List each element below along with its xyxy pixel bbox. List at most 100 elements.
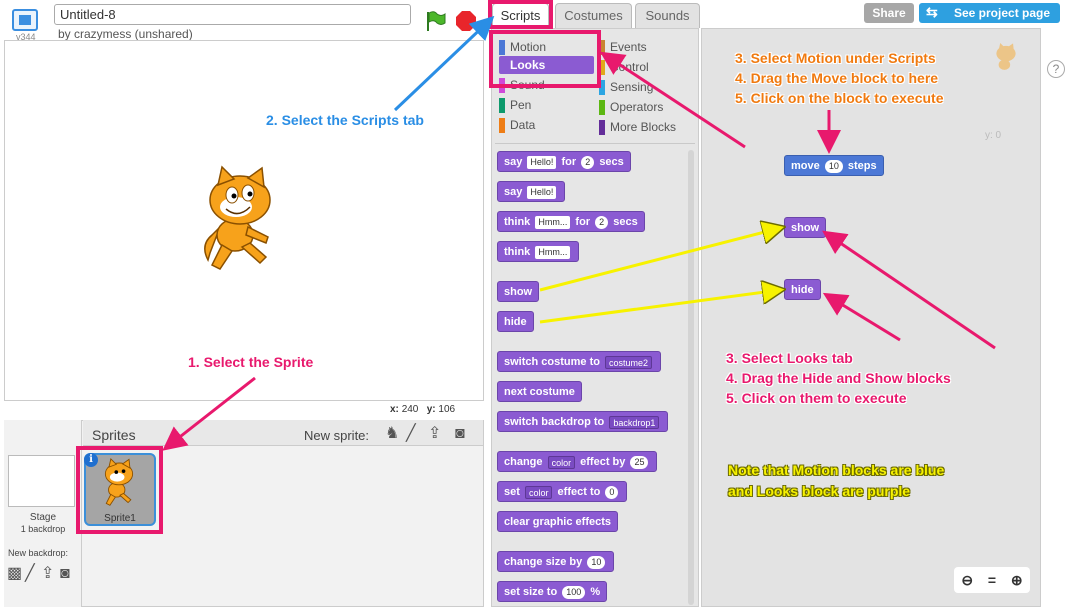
project-title-input[interactable] [54, 4, 411, 25]
number-slot[interactable]: 10 [587, 555, 606, 569]
stop-icon[interactable] [456, 11, 476, 31]
hide-block[interactable]: hide [497, 311, 534, 332]
upload-sprite-icon[interactable]: ⇪ [428, 426, 441, 442]
set-size-block[interactable]: set size to 100 % [497, 581, 608, 602]
camera-sprite-icon[interactable]: ◙ [455, 426, 465, 442]
block-text: switch costume to [504, 356, 600, 368]
stage-label: Stage [29, 512, 57, 523]
sprite-highlight [76, 446, 163, 534]
script-area[interactable] [701, 28, 1041, 607]
sprite-library-icon[interactable]: ♞ [385, 426, 399, 442]
block-text: change [504, 456, 543, 468]
block-text: steps [847, 160, 877, 172]
category-more-blocks[interactable]: More Blocks [599, 118, 694, 136]
zoom-reset-icon[interactable]: = [988, 572, 996, 588]
mouse-coordinates: x: 240 y: 106 [390, 404, 455, 415]
help-icon[interactable]: ? [1047, 60, 1065, 78]
block-text: effect to [557, 486, 601, 498]
set-effect-block[interactable]: set color effect to 0 [497, 481, 628, 502]
annotation-motion-steps: 3. Select Motion under Scripts 4. Drag t… [735, 48, 944, 108]
think-block[interactable]: think Hmm... [497, 241, 580, 262]
number-slot[interactable]: 10 [824, 159, 843, 173]
category-control[interactable]: Control [599, 58, 694, 76]
block-text: % [590, 586, 601, 598]
move-steps-script-block[interactable]: move 10 steps [784, 155, 884, 176]
cat-sprite-icon[interactable] [190, 165, 290, 275]
upload-backdrop-icon[interactable]: ⇪ [41, 566, 54, 582]
block-text: switch backdrop to [504, 416, 605, 428]
block-text: secs [613, 216, 638, 228]
share-button[interactable]: Share [864, 3, 914, 23]
costume-dropdown[interactable]: costume2 [605, 355, 653, 369]
pen-color-swatch [499, 98, 505, 113]
text-slot[interactable]: Hello! [527, 155, 557, 169]
next-costume-block[interactable]: next costume [497, 381, 582, 402]
number-slot[interactable]: 2 [595, 215, 609, 229]
text-slot[interactable]: Hello! [527, 185, 557, 199]
backdrop-dropdown[interactable]: backdrop1 [609, 415, 660, 429]
category-sensing[interactable]: Sensing [599, 78, 694, 96]
palette-scrollbar[interactable] [688, 150, 694, 605]
hide-script-block[interactable]: hide [784, 279, 821, 300]
block-text: change size by [504, 556, 583, 568]
number-slot[interactable]: 25 [630, 455, 649, 469]
effect-dropdown[interactable]: color [524, 485, 553, 499]
annotation-line: and Looks block are purple [728, 483, 911, 499]
number-slot[interactable]: 100 [562, 585, 586, 599]
switch-backdrop-block[interactable]: switch backdrop to backdrop1 [497, 411, 669, 432]
zoom-out-icon[interactable]: ⊖ [961, 572, 973, 589]
show-script-block[interactable]: show [784, 217, 827, 238]
show-block[interactable]: show [497, 281, 540, 302]
category-operators[interactable]: Operators [599, 98, 694, 116]
green-flag-icon[interactable] [424, 10, 446, 32]
block-text: think [504, 216, 531, 228]
block-text: say [504, 186, 523, 198]
say-block[interactable]: say Hello! [497, 181, 566, 202]
switch-costume-block[interactable]: switch costume to costume2 [497, 351, 662, 372]
annotation-line: 5. Click on the block to execute [735, 90, 944, 106]
tab-costumes[interactable]: Costumes [555, 3, 632, 28]
scratch-editor: v344 by crazymess (unshared) x: 240 y: 1… [0, 0, 1065, 607]
y-value: 106 [438, 404, 456, 415]
category-pen[interactable]: Pen [499, 96, 594, 114]
annotation-note: Note that Motion blocks are blue and Loo… [728, 460, 944, 502]
category-events[interactable]: Events [599, 38, 694, 56]
change-effect-block[interactable]: change color effect by 25 [497, 451, 658, 472]
tab-sounds[interactable]: Sounds [635, 3, 700, 28]
think-for-secs-block[interactable]: think Hmm... for 2 secs [497, 211, 645, 232]
category-label: Events [610, 40, 647, 54]
clear-graphic-effects-block[interactable]: clear graphic effects [497, 511, 618, 532]
effect-dropdown[interactable]: color [547, 455, 576, 469]
paint-backdrop-icon[interactable]: ╱ [25, 566, 35, 582]
paint-sprite-icon[interactable]: ╱ [406, 426, 416, 442]
category-label: Pen [510, 98, 532, 112]
see-project-page-button[interactable]: See project page [919, 3, 1060, 23]
text-slot[interactable]: Hmm... [535, 245, 571, 259]
change-size-block[interactable]: change size by 10 [497, 551, 615, 572]
annotation-line: 4. Drag the Hide and Show blocks [726, 370, 951, 386]
category-data[interactable]: Data [499, 116, 594, 134]
block-text: say [504, 156, 523, 168]
fullscreen-toggle-icon[interactable] [12, 9, 38, 31]
more-blocks-color-swatch [599, 120, 605, 135]
zoom-controls: ⊖ = ⊕ [954, 567, 1030, 593]
say-for-secs-block[interactable]: say Hello! for 2 secs [497, 151, 631, 172]
annotation-looks-steps: 3. Select Looks tab 4. Drag the Hide and… [726, 348, 951, 408]
block-text: for [575, 216, 591, 228]
backdrop-count: 1 backdrop [20, 524, 66, 534]
stage-thumbnail[interactable] [8, 455, 75, 507]
camera-backdrop-icon[interactable]: ◙ [60, 566, 70, 582]
author-label: by crazymess (unshared) [58, 27, 193, 41]
annotation-line: 4. Drag the Move block to here [735, 70, 939, 86]
number-slot[interactable]: 0 [605, 485, 619, 499]
backdrop-library-icon[interactable]: ▩ [7, 566, 22, 582]
number-slot[interactable]: 2 [581, 155, 595, 169]
new-backdrop-label: New backdrop: [8, 548, 69, 558]
annotation-step1: 1. Select the Sprite [188, 354, 314, 370]
data-color-swatch [499, 118, 505, 133]
category-label: Operators [610, 100, 664, 114]
text-slot[interactable]: Hmm... [535, 215, 571, 229]
zoom-in-icon[interactable]: ⊕ [1011, 572, 1023, 589]
annotation-line: Note that Motion blocks are blue [728, 462, 945, 478]
sprite-watermark-icon [996, 43, 1016, 70]
